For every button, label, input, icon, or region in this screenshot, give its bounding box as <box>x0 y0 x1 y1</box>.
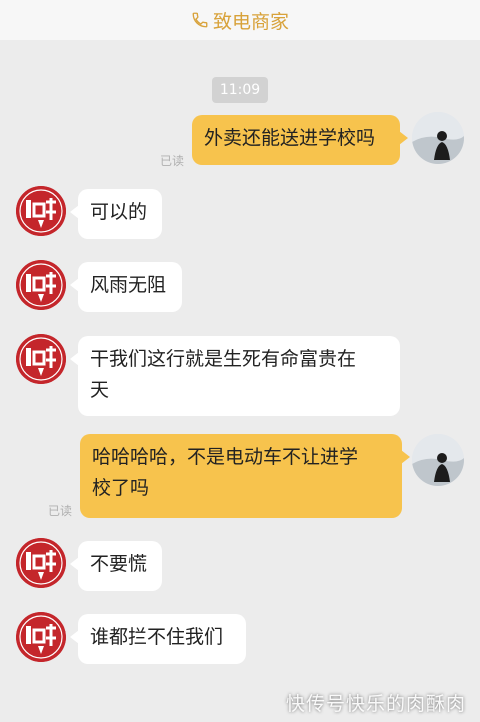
merchant-message-bubble[interactable]: 可以的 <box>70 189 162 239</box>
user-avatar[interactable] <box>412 434 464 486</box>
merchant-avatar[interactable] <box>16 612 66 662</box>
message-text-line: 校了吗 <box>92 477 150 499</box>
merchant-avatar[interactable] <box>16 538 66 588</box>
phone-icon <box>192 12 208 28</box>
read-status: 已读 <box>48 504 73 518</box>
merchant-logo-icon <box>16 260 66 310</box>
message-text: 外卖还能送进学校吗 <box>204 127 376 149</box>
merchant-logo-icon <box>16 334 66 384</box>
message-text-line: 干我们这行就是生死有命富贵在 <box>90 348 357 370</box>
user-avatar-icon <box>412 112 464 164</box>
user-message-bubble[interactable]: 外卖还能送进学校吗 <box>192 115 408 165</box>
message-text-line: 哈哈哈哈，不是电动车不让进学 <box>92 446 359 468</box>
user-message-bubble[interactable]: 哈哈哈哈，不是电动车不让进学 校了吗 <box>80 434 410 518</box>
merchant-avatar[interactable] <box>16 334 66 384</box>
merchant-avatar[interactable] <box>16 186 66 236</box>
message-text: 不要慌 <box>90 553 148 575</box>
header-bar[interactable]: 致电商家 <box>0 0 480 40</box>
merchant-avatar[interactable] <box>16 260 66 310</box>
merchant-message-bubble[interactable]: 干我们这行就是生死有命富贵在 天 <box>70 336 400 416</box>
user-avatar[interactable] <box>412 112 464 164</box>
merchant-message-bubble[interactable]: 风雨无阻 <box>70 262 182 312</box>
merchant-message-bubble[interactable]: 不要慌 <box>70 541 162 591</box>
watermark-text: 快传号快乐的肉酥肉 <box>285 693 466 715</box>
merchant-logo-icon <box>16 538 66 588</box>
timestamp-badge: 11:09 <box>212 77 268 103</box>
merchant-logo-icon <box>16 612 66 662</box>
message-text: 可以的 <box>90 201 148 223</box>
read-status: 已读 <box>160 154 185 168</box>
merchant-message-bubble[interactable]: 谁都拦不住我们 <box>70 614 246 664</box>
call-merchant-label: 致电商家 <box>212 10 289 33</box>
merchant-logo-icon <box>16 186 66 236</box>
user-avatar-icon <box>412 434 464 486</box>
message-text: 谁都拦不住我们 <box>90 626 224 648</box>
message-text-line: 天 <box>90 379 110 401</box>
message-text: 风雨无阻 <box>90 274 167 296</box>
